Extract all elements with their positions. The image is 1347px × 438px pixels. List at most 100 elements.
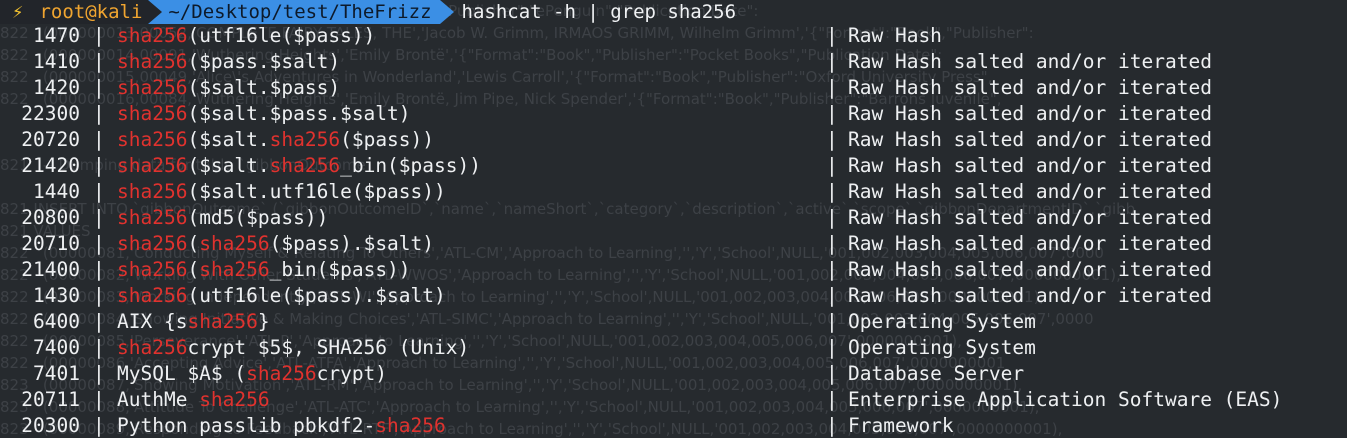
grep-match: sha256 [269, 128, 341, 151]
column-separator: | [93, 102, 105, 125]
column-separator: | [93, 258, 105, 281]
grep-match: sha256 [117, 128, 188, 151]
column-separator: | [826, 310, 838, 333]
powerline-arrow-icon [148, 0, 163, 24]
hash-mode-number: 20710 [21, 232, 80, 255]
grep-match: sha256 [117, 336, 188, 359]
hash-name-part: ($pass.$salt) [187, 50, 341, 73]
grep-match: sha256 [117, 232, 188, 255]
column-separator: | [93, 232, 105, 255]
hash-name-part: (utf16le($pass).$salt) [187, 284, 446, 307]
column-separator: | [826, 414, 838, 437]
grep-match: sha256 [117, 258, 188, 281]
hash-mode-number: 1440 [33, 180, 80, 203]
prompt-user-segment: ⚡ root@kali [0, 0, 149, 24]
hash-name-part: (md5($pass)) [187, 206, 329, 229]
column-separator: | [93, 310, 105, 333]
column-separator: | [826, 388, 838, 411]
column-separator: | [93, 24, 105, 47]
hash-name-part: ( [187, 258, 200, 281]
hash-mode-number: 1410 [33, 50, 80, 73]
shell-prompt: ⚡ root@kali ~/Desktop/test/TheFrizz hash… [0, 0, 1347, 24]
hash-name-part: crypt $5$, SHA256 (Unix) [187, 336, 470, 359]
command-text[interactable]: hashcat -h | grep sha256 [462, 1, 737, 23]
column-separator: | [93, 180, 105, 203]
hash-mode-number: 20300 [21, 414, 80, 437]
grep-match: sha256 [199, 388, 270, 411]
column-separator: | [826, 258, 838, 281]
hash-name-part: } [257, 310, 270, 333]
hash-name: sha256(sha256($pass).$salt) [117, 231, 434, 257]
column-separator: | [826, 180, 838, 203]
column-separator: | [93, 362, 105, 385]
column-separator: | [826, 154, 838, 177]
hash-name: MySQL $A$ (sha256crypt) [117, 361, 387, 387]
grep-match: sha256 [269, 154, 341, 177]
hash-category: Raw Hash salted and/or iterated [848, 284, 1212, 307]
hash-mode-number: 7400 [33, 336, 80, 359]
hash-mode-number: 20711 [21, 388, 80, 411]
column-separator: | [826, 50, 838, 73]
grep-match: sha256 [117, 154, 188, 177]
hash-category: Enterprise Application Software (EAS) [848, 388, 1283, 411]
column-separator: | [93, 336, 105, 359]
hash-mode-number: 1470 [33, 24, 80, 47]
hash-category: Framework [848, 414, 954, 437]
hash-category: Raw Hash salted and/or iterated [848, 76, 1212, 99]
hash-name: AIX {ssha256} [117, 309, 270, 335]
hash-name: sha256($salt.utf16le($pass)) [117, 179, 446, 205]
powerline-arrow-icon [439, 0, 454, 24]
hash-category: Raw Hash salted and/or iterated [848, 128, 1212, 151]
column-separator: | [826, 24, 838, 47]
column-separator: | [93, 206, 105, 229]
hash-name-part: _bin($pass)) [340, 154, 481, 177]
hash-category: Raw Hash salted and/or iterated [848, 180, 1212, 203]
grep-match: sha256 [117, 102, 188, 125]
hash-name-part: ($salt.utf16le($pass)) [187, 180, 446, 203]
hash-name-part: ($salt. [187, 154, 270, 177]
hash-mode-number: 1420 [33, 76, 80, 99]
hash-category: Raw Hash salted and/or iterated [848, 154, 1212, 177]
hash-mode-number: 21400 [21, 258, 80, 281]
hash-mode-number: 22300 [21, 102, 80, 125]
hash-name-part: _bin($pass)) [269, 258, 411, 281]
grep-match: sha256 [117, 50, 188, 73]
column-separator: | [826, 128, 838, 151]
hash-name: sha256crypt $5$, SHA256 (Unix) [117, 335, 469, 361]
column-separator: | [826, 76, 838, 99]
hash-name-part: ($salt. [187, 128, 270, 151]
hash-name: sha256($pass.$salt) [117, 49, 340, 75]
hash-category: Raw Hash salted and/or iterated [848, 258, 1212, 281]
terminal-window[interactable]: 822 ,'FAIRY TALES','John Steinbeck','{"F… [0, 0, 1347, 438]
hash-mode-number: 7401 [33, 362, 80, 385]
hash-category: Raw Hash salted and/or iterated [848, 206, 1212, 229]
column-separator: | [93, 76, 105, 99]
hash-name: sha256($salt.$pass.$salt) [117, 101, 411, 127]
grep-match: sha256 [117, 24, 188, 47]
hash-name: Python passlib pbkdf2-sha256 [117, 413, 446, 438]
hash-name-part: AIX {s [117, 310, 188, 333]
grep-match: sha256 [117, 284, 188, 307]
hash-name-part: crypt) [316, 362, 388, 385]
column-separator: | [93, 284, 105, 307]
prompt-user-host: root@kali [39, 1, 143, 23]
hash-name-part: AuthMe [117, 388, 200, 411]
hash-mode-number: 21420 [21, 154, 80, 177]
bolt-icon: ⚡ [12, 1, 24, 23]
hash-name-part: ($salt.$pass) [187, 76, 341, 99]
hash-category: Raw Hash salted and/or iterated [848, 50, 1212, 73]
hash-name: sha256($salt.sha256_bin($pass)) [117, 153, 481, 179]
hash-mode-number: 6400 [33, 310, 80, 333]
hash-name: sha256($salt.$pass) [117, 75, 340, 101]
grep-match: sha256 [117, 206, 188, 229]
grep-match: sha256 [199, 232, 270, 255]
column-separator: | [826, 232, 838, 255]
hash-category: Operating System [848, 336, 1036, 359]
grep-match: sha256 [199, 258, 270, 281]
hash-category: Raw Hash salted and/or iterated [848, 102, 1212, 125]
hash-name-part: Python passlib pbkdf2- [117, 414, 376, 437]
hash-name-part: ( [187, 232, 200, 255]
column-separator: | [93, 154, 105, 177]
hash-name-part: MySQL $A$ ( [117, 362, 247, 385]
column-separator: | [826, 336, 838, 359]
